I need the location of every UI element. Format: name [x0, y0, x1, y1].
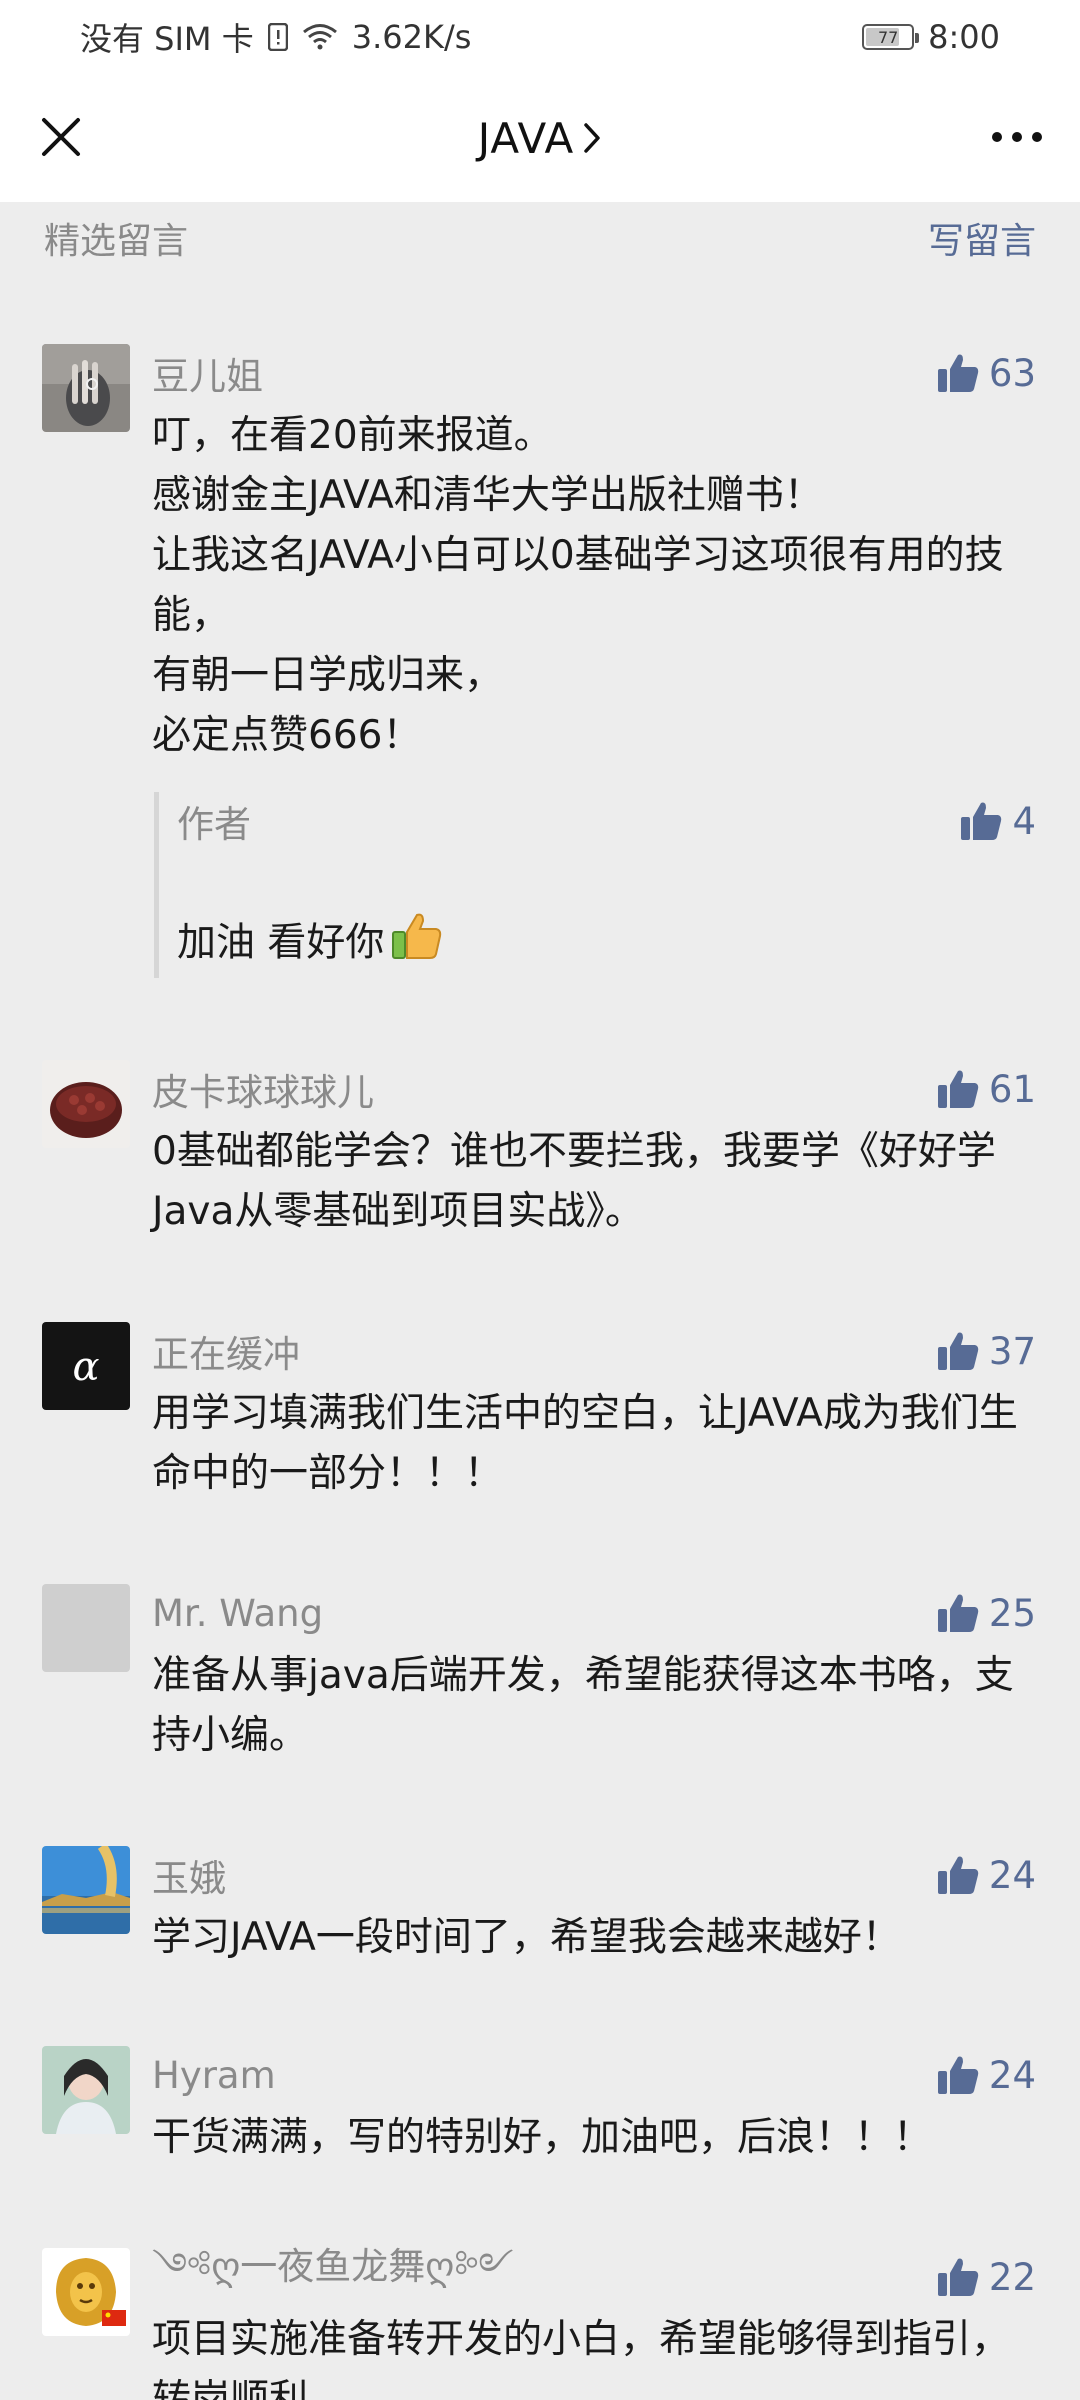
comment-text: 学习JAVA一段时间了，希望我会越来越好！: [152, 1915, 901, 1960]
like-count: 25: [988, 1591, 1036, 1635]
comment-item: 豆儿姐 63 叮，在看20前来报道。 感谢金主JAVA和清华大学出版社赠书！ 让…: [0, 344, 1080, 978]
avatar[interactable]: [42, 1584, 130, 1672]
like-count: 24: [988, 1853, 1036, 1897]
like-button[interactable]: 61: [937, 1068, 1036, 1111]
avatar[interactable]: [42, 2248, 130, 2336]
reply-like-button[interactable]: 4: [960, 800, 1036, 843]
comment-list: 豆儿姐 63 叮，在看20前来报道。 感谢金主JAVA和清华大学出版社赠书！ 让…: [0, 274, 1080, 2400]
thumbs-up-icon: [937, 1856, 979, 1894]
like-button[interactable]: 24: [937, 2054, 1036, 2097]
reply-text: 加油 看好你: [177, 920, 385, 966]
avatar[interactable]: [42, 2046, 130, 2134]
avatar[interactable]: α: [42, 1322, 130, 1410]
comment-item: ༺ღ一夜鱼龙舞ღ༻ 22 项目实施准备转开发的小白，希望能够得到指引，转岗顺利。: [0, 2245, 1080, 2400]
thumbs-up-icon: [937, 354, 979, 392]
thumbs-up-icon: [937, 2056, 979, 2094]
like-button[interactable]: 25: [937, 1592, 1036, 1635]
section-title: 精选留言: [44, 221, 189, 262]
section-bar: 精选留言 写留言: [0, 202, 1080, 274]
thumbs-up-emoji-icon: [390, 912, 442, 978]
status-left: 没有 SIM 卡 3.62K/s: [80, 14, 471, 60]
sim-alert-icon: [267, 23, 288, 51]
comment-text: 干货满满，写的特别好，加油吧，后浪！！！: [152, 2115, 933, 2160]
like-count: 24: [988, 2053, 1036, 2097]
carrier-text: 没有 SIM 卡: [80, 20, 254, 58]
comment-item: 皮卡球球球儿 61 0基础都能学会？谁也不要拦我，我要学《好好学Java从零基础…: [0, 1060, 1080, 1242]
like-count: 22: [988, 2255, 1036, 2299]
battery-icon: 77: [862, 24, 920, 50]
wifi-icon: [302, 23, 338, 51]
status-bar: 没有 SIM 卡 3.62K/s 77 8:00: [0, 0, 1080, 74]
comment-author: 豆儿姐: [152, 355, 263, 398]
comment-text: 准备从事java后端开发，希望能获得这本书咯，支持小编。: [152, 1653, 1014, 1758]
network-speed: 3.62K/s: [351, 18, 472, 56]
comment-item: 玉娥 24 学习JAVA一段时间了，希望我会越来越好！: [0, 1846, 1080, 1968]
status-right: 77 8:00: [862, 18, 1000, 56]
close-icon: [42, 118, 80, 156]
more-button[interactable]: [984, 104, 1050, 170]
svg-text:α: α: [72, 1344, 99, 1390]
comment-item: α 正在缓冲 37 用学习填满我们生活中的空白，让JAVA成为我们生命中的一部分…: [0, 1322, 1080, 1504]
battery-level-text: 77: [877, 27, 899, 47]
like-button[interactable]: 37: [937, 1330, 1036, 1373]
clock: 8:00: [928, 18, 1000, 56]
reply-author: 作者: [177, 803, 251, 846]
title-link[interactable]: JAVA: [478, 114, 602, 163]
avatar[interactable]: [42, 1060, 130, 1148]
comment-text: 叮，在看20前来报道。 感谢金主JAVA和清华大学出版社赠书！ 让我这名JAVA…: [152, 413, 1004, 758]
like-count: 37: [988, 1329, 1036, 1373]
page-title: JAVA: [477, 113, 575, 163]
thumbs-up-icon: [961, 802, 1002, 840]
comment-author: 皮卡球球球儿: [152, 1071, 374, 1114]
thumbs-up-icon: [937, 1594, 979, 1632]
reply-text-row: 加油 看好你: [177, 852, 1036, 978]
comment-item: Mr. Wang 25 准备从事java后端开发，希望能获得这本书咯，支持小编。: [0, 1584, 1080, 1766]
comment-text: 项目实施准备转开发的小白，希望能够得到指引，转岗顺利。: [152, 2317, 1011, 2400]
like-count: 61: [988, 1067, 1036, 1111]
more-dots-icon: [992, 132, 1042, 142]
comment-author: 玉娥: [152, 1857, 226, 1900]
chevron-right-icon: [584, 123, 600, 153]
comment-author: Hyram: [152, 2053, 276, 2097]
like-button[interactable]: 24: [937, 1854, 1036, 1897]
like-count: 4: [1012, 799, 1036, 843]
close-button[interactable]: [28, 104, 94, 170]
avatar[interactable]: [42, 1846, 130, 1934]
write-comment-link[interactable]: 写留言: [928, 212, 1036, 264]
thumbs-up-icon: [937, 1070, 979, 1108]
author-reply: 作者 4 加油 看好你: [154, 792, 1036, 978]
comment-text: 用学习填满我们生活中的空白，让JAVA成为我们生命中的一部分！！！: [152, 1391, 1018, 1496]
thumbs-up-icon: [937, 1332, 979, 1370]
comment-author: 正在缓冲: [152, 1333, 300, 1376]
comment-author: Mr. Wang: [152, 1591, 324, 1635]
comment-text: 0基础都能学会？谁也不要拦我，我要学《好好学Java从零基础到项目实战》。: [152, 1129, 996, 1234]
thumbs-up-icon: [937, 2258, 979, 2296]
nav-header: JAVA: [0, 74, 1080, 202]
comment-item: Hyram 24 干货满满，写的特别好，加油吧，后浪！！！: [0, 2046, 1080, 2168]
like-count: 63: [988, 351, 1036, 395]
avatar[interactable]: [42, 344, 130, 432]
like-button[interactable]: 22: [937, 2256, 1036, 2299]
like-button[interactable]: 63: [937, 352, 1036, 395]
